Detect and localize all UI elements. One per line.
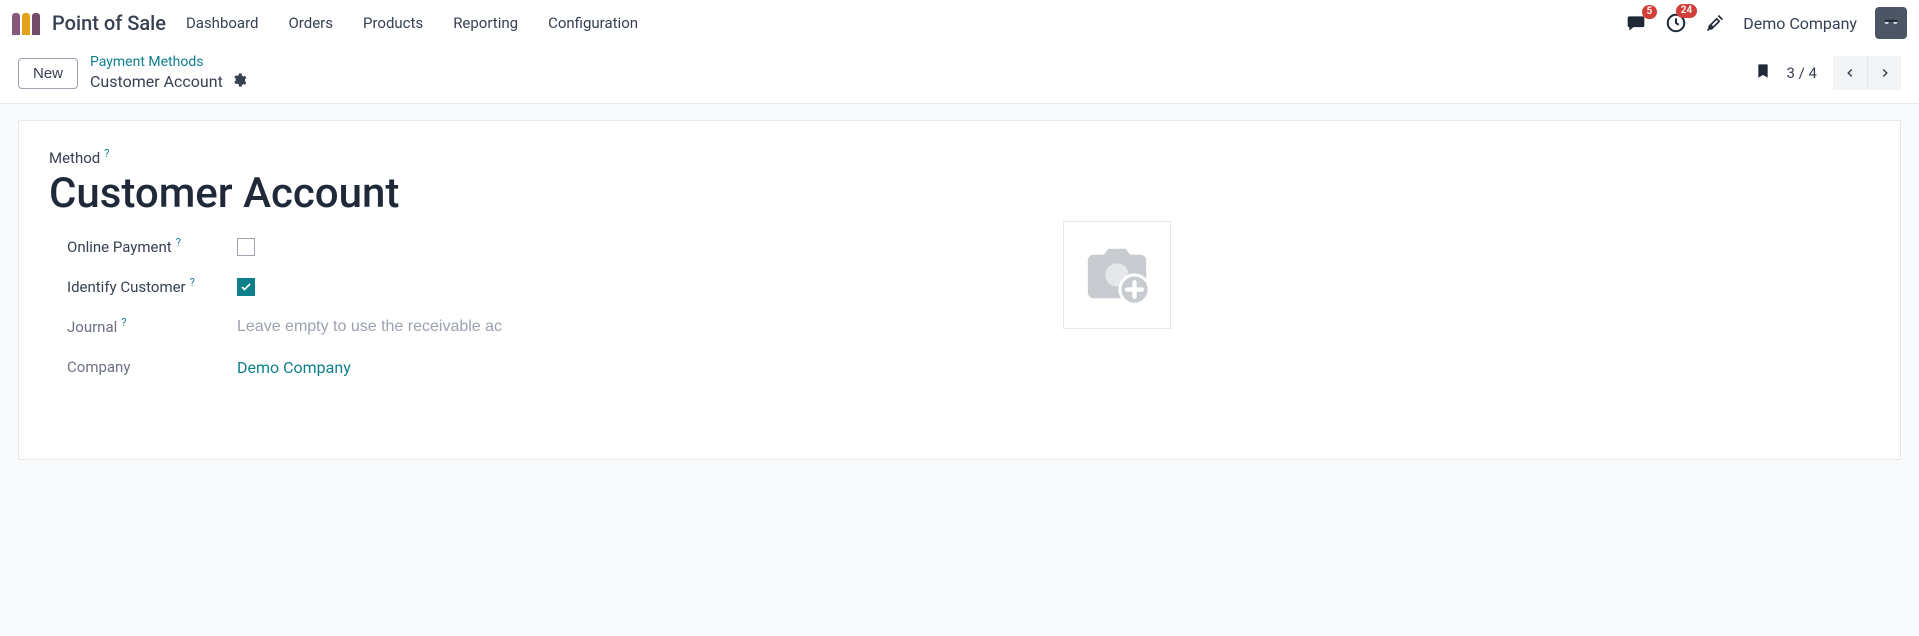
main-menu: Dashboard Orders Products Reporting Conf… — [184, 8, 640, 38]
app-title: Point of Sale — [52, 11, 166, 35]
company-switcher[interactable]: Demo Company — [1743, 14, 1857, 33]
pager-next-button[interactable] — [1867, 56, 1901, 90]
control-bar-right: 3 / 4 — [1755, 56, 1902, 90]
gear-icon — [231, 72, 247, 88]
menu-dashboard[interactable]: Dashboard — [184, 8, 261, 38]
method-value[interactable]: Customer Account — [49, 169, 1870, 218]
menu-configuration[interactable]: Configuration — [546, 8, 640, 38]
identify-customer-help-icon[interactable]: ? — [190, 276, 195, 289]
app-icon — [12, 11, 44, 35]
navbar-right: 5 24 Demo Company — [1625, 7, 1907, 39]
online-payment-help-icon[interactable]: ? — [176, 236, 181, 249]
identify-customer-checkbox[interactable] — [237, 278, 255, 296]
check-icon — [240, 281, 252, 293]
tools-icon — [1705, 13, 1725, 33]
menu-orders[interactable]: Orders — [286, 8, 335, 38]
method-help-icon[interactable]: ? — [104, 147, 109, 160]
menu-reporting[interactable]: Reporting — [451, 8, 520, 38]
new-button[interactable]: New — [18, 58, 78, 89]
breadcrumb: Payment Methods Customer Account — [90, 54, 247, 93]
bookmark-icon — [1755, 61, 1771, 81]
journal-label: Journal — [67, 318, 117, 336]
pager-buttons — [1833, 56, 1901, 90]
brand[interactable]: Point of Sale — [12, 11, 166, 35]
journal-row: Journal ? — [49, 318, 1870, 336]
method-label: Method — [49, 149, 100, 167]
top-navbar: Point of Sale Dashboard Orders Products … — [0, 0, 1919, 46]
record-actions-button[interactable] — [231, 72, 247, 93]
messages-button[interactable]: 5 — [1625, 13, 1647, 33]
user-avatar[interactable] — [1875, 7, 1907, 39]
online-payment-label: Online Payment — [67, 238, 172, 256]
breadcrumb-current: Customer Account — [90, 72, 247, 93]
method-label-row: Method ? — [49, 149, 1870, 167]
pager-counter[interactable]: 3 / 4 — [1787, 64, 1818, 82]
company-label: Company — [67, 358, 130, 376]
camera-add-icon — [1078, 240, 1156, 310]
bookmark-button[interactable] — [1755, 61, 1771, 85]
identify-customer-row: Identify Customer ? — [49, 278, 1870, 296]
avatar-icon — [1878, 10, 1904, 36]
online-payment-label-wrap: Online Payment ? — [67, 238, 237, 256]
online-payment-checkbox[interactable] — [237, 238, 255, 256]
pager-prev-button[interactable] — [1833, 56, 1867, 90]
form-sheet: Method ? Customer Account Online Payment… — [18, 120, 1901, 460]
image-upload-widget[interactable] — [1063, 221, 1171, 329]
identify-customer-label: Identify Customer — [67, 278, 186, 296]
form-container: Method ? Customer Account Online Payment… — [0, 104, 1919, 476]
journal-input[interactable] — [237, 318, 517, 336]
company-label-wrap: Company — [67, 358, 237, 376]
identify-customer-label-wrap: Identify Customer ? — [67, 278, 237, 296]
journal-label-wrap: Journal ? — [67, 318, 237, 336]
control-bar: New Payment Methods Customer Account 3 /… — [0, 46, 1919, 104]
company-row: Company Demo Company — [49, 358, 1870, 377]
menu-products[interactable]: Products — [361, 8, 425, 38]
activities-badge: 24 — [1676, 4, 1697, 18]
debug-tools-button[interactable] — [1705, 13, 1725, 33]
chevron-right-icon — [1878, 66, 1892, 80]
chevron-left-icon — [1843, 66, 1857, 80]
breadcrumb-parent-link[interactable]: Payment Methods — [90, 54, 247, 72]
breadcrumb-current-text: Customer Account — [90, 72, 223, 92]
online-payment-row: Online Payment ? — [49, 238, 1870, 256]
company-link[interactable]: Demo Company — [237, 358, 351, 377]
journal-help-icon[interactable]: ? — [121, 316, 126, 329]
activities-button[interactable]: 24 — [1665, 12, 1687, 34]
messages-badge: 5 — [1642, 5, 1658, 19]
